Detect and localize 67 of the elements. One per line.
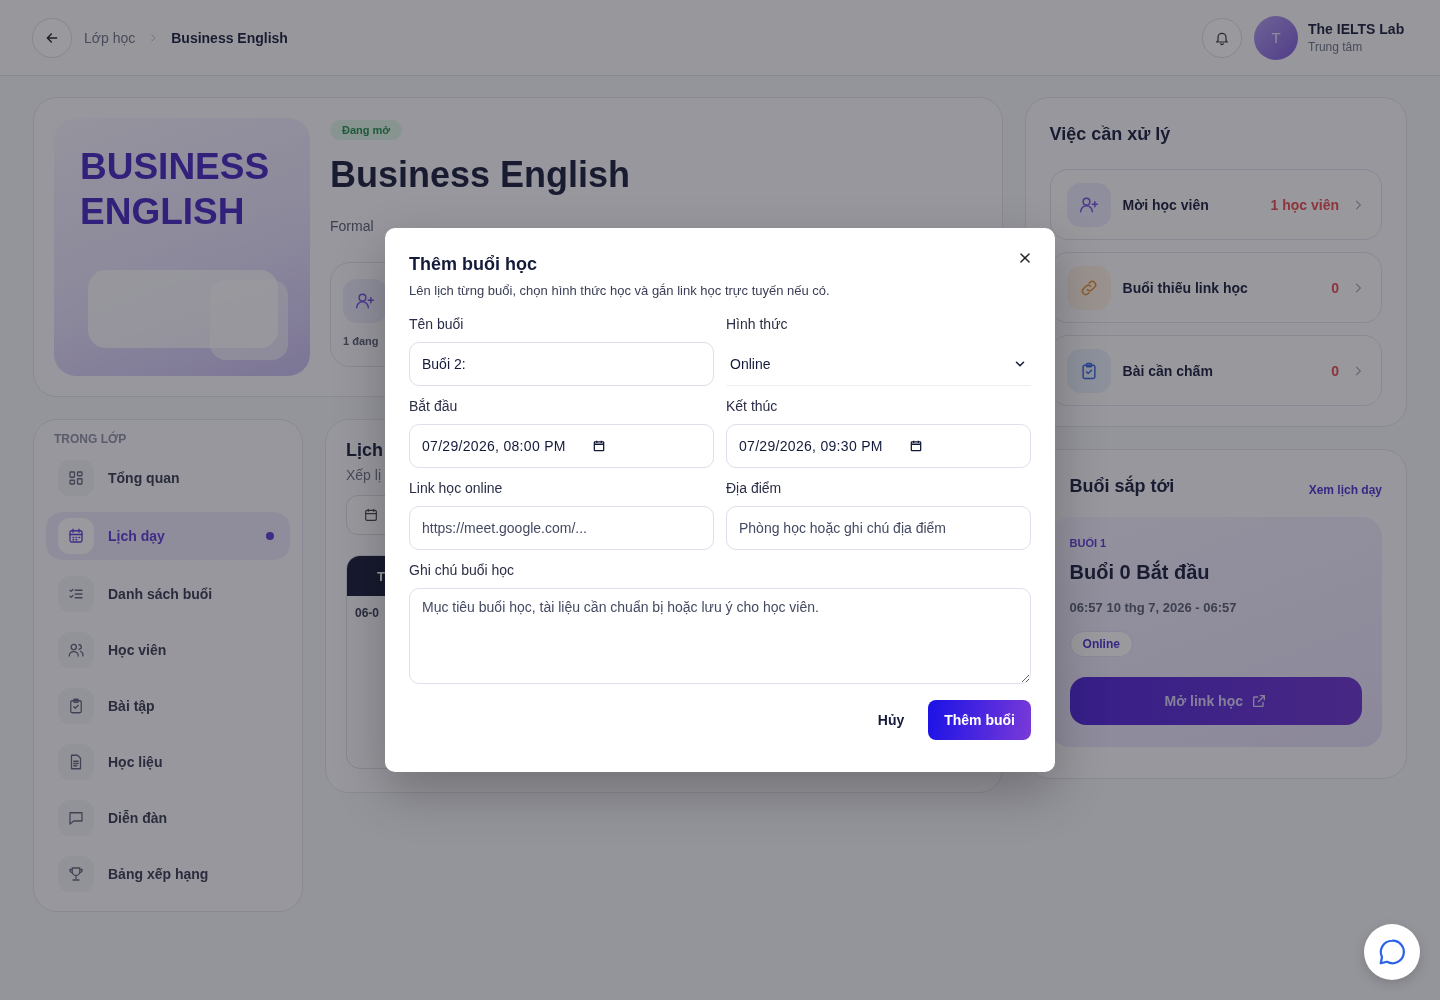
chat-button[interactable] <box>1364 924 1420 980</box>
status-badge: Đang mở <box>330 120 403 140</box>
field-label: Ghi chú buổi học <box>409 562 516 578</box>
trophy-icon <box>67 865 85 883</box>
calendar-icon <box>67 527 85 545</box>
sidebar-item[interactable]: Tổng quan <box>46 456 290 500</box>
dialog-title: Thêm buổi học <box>409 254 537 275</box>
notes-field[interactable]: Mục tiêu buổi học, tài liệu cần chuẩn bị hoặc lưu ý cho học viên. <box>409 588 1031 684</box>
field-label: Hình thức <box>726 316 789 332</box>
breadcrumb-link[interactable]: Business English <box>171 29 288 46</box>
calendar-icon <box>908 439 923 453</box>
sidebar-heading: TRONG LỚP <box>53 432 128 446</box>
open-link-button[interactable]: Mở link học <box>1069 677 1362 725</box>
mode-tag: Online <box>1069 631 1133 657</box>
field-label: Bắt đầu <box>409 398 459 414</box>
select-field[interactable]: Online <box>726 342 1031 386</box>
users-icon <box>67 641 85 659</box>
field-label: Địa điểm <box>726 480 783 496</box>
input-field[interactable]: Phòng học hoặc ghi chú địa điểm <box>726 506 1031 550</box>
sidebar-item[interactable]: Diễn đàn <box>46 796 290 840</box>
cancel-button[interactable]: Hủy <box>869 702 913 738</box>
stat-text: 1 đang <box>343 335 380 347</box>
panel-title: Buổi sắp tới <box>1069 476 1175 497</box>
session-title: Buổi 0 Bắt đầu <box>1069 561 1210 584</box>
panel-subtitle: Xếp lị <box>346 467 382 483</box>
cover-title: BUSINESS ENGLISH <box>80 145 271 234</box>
field-label: Kết thúc <box>726 398 779 414</box>
dialog-description: Lên lịch từng buổi, chọn hình thức học và gắn link học trực tuyến nếu có. <box>409 283 831 298</box>
panel-title: Việc cần xử lý <box>1049 124 1172 145</box>
user-name: The IELTS Lab <box>1308 21 1406 37</box>
user-role: Trung tâm <box>1308 40 1364 54</box>
grid-icon <box>67 469 85 487</box>
breadcrumb-link[interactable]: Lớp học <box>84 29 136 46</box>
panel-title: Lịch <box>346 440 383 461</box>
sidebar-item[interactable]: Lịch dạy <box>46 512 290 560</box>
sidebar-item[interactable]: Học viên <box>46 628 290 672</box>
date-time-field[interactable]: 07/29/2026, 08:00 PM <box>409 424 714 468</box>
sidebar-item[interactable]: Bài tập <box>46 684 290 728</box>
calendar-icon <box>363 507 379 523</box>
external-link-icon <box>1251 693 1267 709</box>
sidebar-item[interactable]: Bảng xếp hạng <box>46 852 290 896</box>
field-label: Link học online <box>409 480 504 496</box>
user-plus-icon <box>355 291 375 311</box>
calendar-icon <box>591 439 606 453</box>
notification-button[interactable] <box>1202 17 1242 58</box>
chat-bubble-icon <box>1377 937 1407 967</box>
date-time-field[interactable]: 07/29/2026, 09:30 PM <box>726 424 1031 468</box>
field-label: Tên buổi <box>409 316 465 332</box>
session-number: BUỔI 1 <box>1069 537 1107 549</box>
sidebar-item[interactable]: Danh sách buổi <box>46 572 290 616</box>
back-button[interactable] <box>32 17 72 58</box>
table-header: T <box>377 568 385 584</box>
view-schedule-link[interactable]: Xem lịch dạy <box>1308 482 1382 497</box>
link-icon <box>1078 277 1099 298</box>
course-level: Formal <box>330 218 374 234</box>
clipboard-icon <box>67 697 85 715</box>
active-dot <box>266 532 274 540</box>
course-title: Business English <box>330 154 631 196</box>
table-cell: 06-0 <box>355 606 380 620</box>
input-field[interactable]: https://meet.google.com/... <box>409 506 714 550</box>
task-item[interactable]: Mời học viên 1 học viên <box>1049 169 1382 240</box>
input-field[interactable]: Buổi 2: <box>409 342 714 386</box>
chat-icon <box>67 809 85 827</box>
close-icon <box>1018 251 1032 265</box>
session-time: 06:57 10 thg 7, 2026 - 06:57 <box>1069 600 1237 615</box>
sidebar-item[interactable]: Học liệu <box>46 740 290 784</box>
add-session-button[interactable]: Thêm buổi <box>928 700 1031 740</box>
